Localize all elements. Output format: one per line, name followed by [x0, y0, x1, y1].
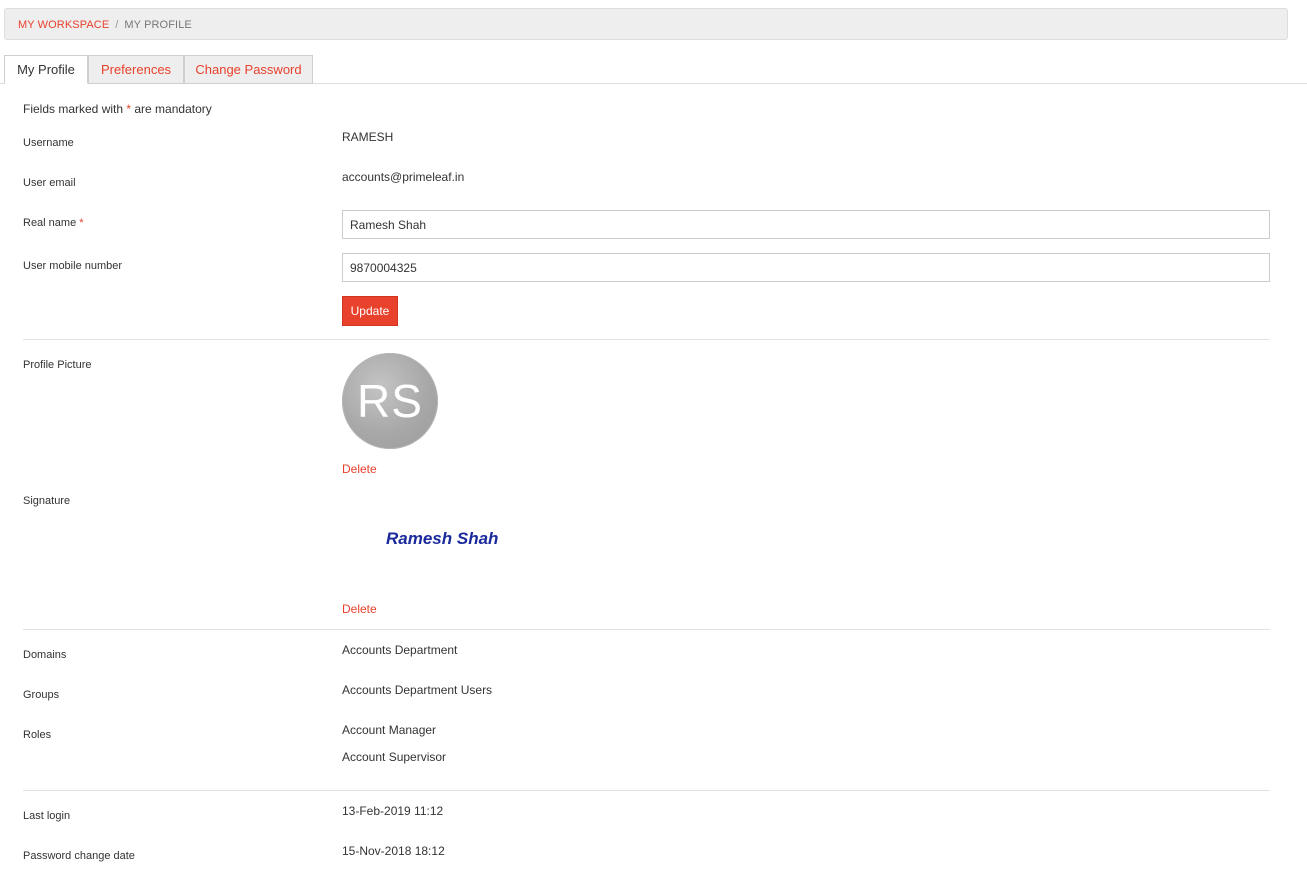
last-login-value: 13-Feb-2019 11:12	[342, 804, 444, 818]
domains-label: Domains	[23, 649, 67, 661]
mandatory-prefix: Fields marked with	[23, 102, 127, 116]
password-change-date-label: Password change date	[23, 850, 135, 862]
user-mobile-input[interactable]	[342, 253, 1270, 282]
mandatory-note: Fields marked with * are mandatory	[23, 102, 212, 116]
real-name-input[interactable]	[342, 210, 1270, 239]
roles-label: Roles	[23, 729, 52, 741]
avatar: RS	[342, 353, 438, 449]
role-item: Account Supervisor	[342, 750, 447, 764]
real-name-label-text: Real name	[23, 217, 77, 229]
profile-picture-label: Profile Picture	[23, 359, 92, 371]
username-label: Username	[23, 137, 74, 149]
role-item: Account Manager	[342, 723, 437, 737]
required-star: *	[79, 217, 84, 229]
real-name-label: Real name *	[23, 217, 84, 229]
tab-change-password[interactable]: Change Password	[184, 55, 313, 84]
groups-value: Accounts Department Users	[342, 683, 493, 697]
last-login-label: Last login	[23, 810, 71, 822]
breadcrumb-separator: /	[115, 19, 119, 31]
user-email-value: accounts@primeleaf.in	[342, 170, 465, 184]
delete-signature-link[interactable]: Delete	[342, 602, 377, 616]
mandatory-suffix: are mandatory	[131, 102, 212, 116]
breadcrumb: MY WORKSPACE / MY PROFILE	[4, 8, 1288, 40]
signature-image: Ramesh Shah	[386, 529, 499, 548]
section-divider-1	[23, 339, 1270, 340]
user-mobile-label: User mobile number	[23, 260, 123, 272]
tab-my-profile[interactable]: My Profile	[4, 55, 88, 84]
delete-profile-picture-link[interactable]: Delete	[342, 462, 377, 476]
section-divider-2	[23, 629, 1270, 630]
domains-value: Accounts Department	[342, 643, 458, 657]
signature-label: Signature	[23, 495, 71, 507]
section-divider-3	[23, 790, 1270, 791]
password-change-date-value: 15-Nov-2018 18:12	[342, 844, 445, 858]
breadcrumb-my-workspace[interactable]: MY WORKSPACE	[18, 19, 109, 31]
tab-preferences[interactable]: Preferences	[88, 55, 184, 84]
breadcrumb-my-profile: MY PROFILE	[124, 19, 192, 31]
groups-label: Groups	[23, 689, 60, 701]
update-button[interactable]: Update	[342, 296, 398, 326]
user-email-label: User email	[23, 177, 76, 189]
username-value: RAMESH	[342, 130, 394, 144]
